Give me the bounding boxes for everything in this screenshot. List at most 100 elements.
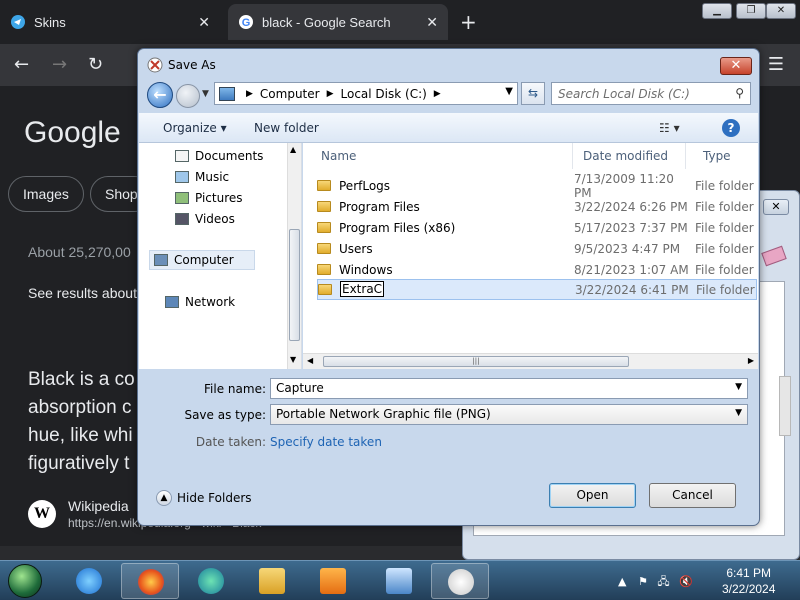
column-name[interactable]: Name [303,143,573,169]
file-list-scroll-thumb[interactable]: ||| [323,356,629,367]
nav-label: Pictures [195,191,243,205]
file-row[interactable]: Program Files (x86) 5/17/2023 7:37 PM Fi… [317,217,757,238]
forward-arrow-icon[interactable]: → [52,54,67,75]
nav-scrollbar[interactable]: ▲ ▼ [287,143,301,369]
save-as-type-select[interactable]: Portable Network Graphic file (PNG) ▼ [270,404,748,425]
taskbar-explorer[interactable] [243,563,301,599]
firefox-icon [138,569,164,595]
window-close-icon[interactable]: ✕ [766,3,796,19]
nav-label: Network [185,295,236,309]
taskbar-control-panel[interactable] [370,563,428,599]
breadcrumb-separator-icon[interactable]: ▶ [327,89,334,99]
save-as-type-dropdown-icon[interactable]: ▼ [735,408,742,418]
scroll-down-icon[interactable]: ▼ [290,355,296,364]
specify-date-taken-link[interactable]: Specify date taken [270,435,382,449]
taskbar-ie[interactable] [60,563,118,599]
scroll-left-icon[interactable]: ◀ [307,356,313,365]
file-row-renaming[interactable]: ExtraC 3/22/2024 6:41 PM File folder [317,279,757,300]
file-row[interactable]: Users 9/5/2023 4:47 PM File folder [317,238,757,259]
breadcrumb-computer[interactable]: Computer [260,87,320,101]
column-type[interactable]: Type [687,143,758,169]
background-scrollbar[interactable] [779,376,791,436]
cancel-button[interactable]: Cancel [649,483,736,508]
breadcrumb-separator-icon[interactable]: ▶ [434,89,441,99]
file-row[interactable]: PerfLogs 7/13/2009 11:20 PM File folder [317,172,757,200]
hide-folders-button[interactable]: ▲ Hide Folders [156,490,252,506]
search-icon[interactable]: ⚲ [735,86,744,100]
file-type: File folder [696,282,755,297]
start-button-icon[interactable] [8,564,42,598]
breadcrumb-separator-icon[interactable]: ▶ [246,89,253,99]
search-input[interactable]: Search Local Disk (C:) ⚲ [551,82,751,105]
tab-google-search[interactable]: G black - Google Search ✕ [228,4,448,40]
file-row[interactable]: Program Files 3/22/2024 6:26 PM File fol… [317,196,757,217]
control-panel-icon [386,568,412,594]
file-list-scrollbar[interactable]: ◀ ||| ▶ [303,353,758,369]
folder-icon [317,201,331,212]
images-chip[interactable]: Images [8,176,84,212]
minimize-icon[interactable]: ▁ [702,3,732,19]
file-type: File folder [695,220,754,235]
dialog-close-button[interactable]: ✕ [720,57,752,75]
taskbar-firefox[interactable] [121,563,179,599]
command-bar: Organize ▾ New folder ☷ ▾ ? [139,113,758,143]
hamburger-menu-icon[interactable]: ☰ [768,54,784,75]
help-icon[interactable]: ? [722,119,740,137]
file-type: File folder [695,262,754,277]
rename-input[interactable]: ExtraC [340,281,385,297]
nav-music[interactable]: Music [175,170,229,184]
view-options-icon[interactable]: ☷ ▾ [659,121,680,135]
save-as-type-label: Save as type: [184,408,266,422]
organize-label: Organize [163,121,217,135]
new-tab-icon[interactable]: + [460,10,477,34]
clock[interactable]: 6:41 PM 3/22/2024 [722,565,775,597]
back-arrow-icon[interactable]: ← [14,54,29,75]
recent-locations-icon[interactable]: ▼ [202,89,209,99]
scroll-up-icon[interactable]: ▲ [290,145,296,154]
new-folder-button[interactable]: New folder [254,121,319,135]
taskbar-media-player[interactable] [304,563,362,599]
tab-skins[interactable]: Skins ✕ [0,4,220,40]
wikipedia-source-name[interactable]: Wikipedia [68,498,129,514]
google-logo[interactable]: Google [24,116,121,150]
snipping-tool-icon [448,569,474,595]
file-name-input[interactable]: Capture ▼ [270,378,748,399]
background-close-icon[interactable]: ✕ [763,199,789,215]
nav-documents[interactable]: Documents [175,149,263,163]
column-date-modified[interactable]: Date modified [565,143,686,169]
restore-icon[interactable]: ❐ [736,3,766,19]
folder-icon [317,222,331,233]
volume-muted-icon[interactable]: 🔇 [679,575,693,588]
flag-icon[interactable]: ⚑ [638,575,648,588]
open-button[interactable]: Open [549,483,636,508]
file-row[interactable]: Windows 8/21/2023 1:07 AM File folder [317,259,757,280]
taskbar-edge[interactable] [182,563,240,599]
file-date: 9/5/2023 4:47 PM [574,241,681,256]
nav-computer[interactable]: Computer [149,250,255,270]
refresh-button[interactable]: ⇆ [521,82,545,105]
nav-network[interactable]: Network [165,295,235,309]
back-button[interactable]: ← [147,82,173,108]
address-dropdown-icon[interactable]: ▼ [505,86,513,97]
file-name: Users [339,241,373,256]
forward-button[interactable] [176,84,200,108]
nav-scroll-thumb[interactable] [289,229,300,341]
svg-text:G: G [242,17,251,29]
reload-icon[interactable]: ↻ [88,54,103,75]
file-type: File folder [695,178,754,193]
show-hidden-icons-icon[interactable]: ▲ [618,575,626,588]
close-tab-icon[interactable]: ✕ [426,14,438,31]
breadcrumb-local-disk[interactable]: Local Disk (C:) [341,87,427,101]
scroll-right-icon[interactable]: ▶ [748,356,754,365]
file-date: 8/21/2023 1:07 AM [574,262,689,277]
close-tab-icon[interactable]: ✕ [198,14,210,31]
nav-pictures[interactable]: Pictures [175,191,243,205]
file-name-dropdown-icon[interactable]: ▼ [735,382,742,392]
organize-button[interactable]: Organize ▾ [163,121,227,135]
network-tray-icon[interactable]: 🖧 [657,575,669,588]
taskbar-snipping-tool[interactable] [431,563,489,599]
address-bar[interactable]: ▶ Computer ▶ Local Disk (C:) ▶ ▼ [214,82,518,105]
browser-tabstrip: Skins ✕ G black - Google Search ✕ + ▁ ❐ … [0,0,800,44]
nav-videos[interactable]: Videos [175,212,235,226]
nav-label: Computer [174,253,234,267]
